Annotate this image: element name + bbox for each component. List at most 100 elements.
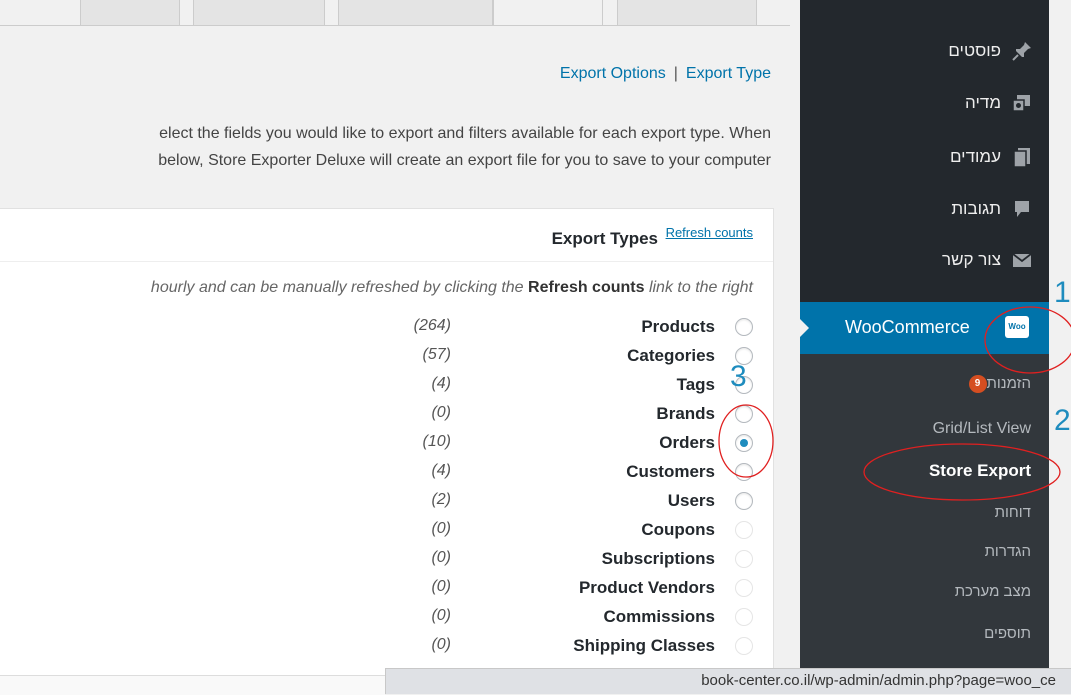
export-type-link[interactable]: Export Type <box>686 65 771 82</box>
export-type-radio[interactable] <box>735 405 753 423</box>
export-type-label[interactable]: Categories <box>627 346 715 366</box>
export-type-radio[interactable] <box>735 434 753 452</box>
menu-contact-label: צור קשר <box>941 250 1001 269</box>
description-line-2: below, Store Exporter Deluxe will create… <box>158 152 771 169</box>
export-type-label[interactable]: Subscriptions <box>602 549 715 569</box>
orders-count-badge: 9 <box>968 375 987 394</box>
panel-header: Export Types Refresh counts <box>0 209 773 262</box>
menu-posts-label: פוסטים <box>948 41 1001 60</box>
export-type-label[interactable]: Users <box>668 491 715 511</box>
export-type-row[interactable]: (0) Commissions <box>53 607 753 629</box>
export-type-count: (0) <box>431 578 451 595</box>
export-type-row[interactable]: (0) Subscriptions <box>53 549 753 571</box>
admin-sidebar: פוסטים מדיה עמודים תגובות צור קשר WooCom… <box>800 0 1049 668</box>
export-type-label[interactable]: Coupons <box>641 520 715 540</box>
export-type-row[interactable]: (2) Users <box>53 491 753 513</box>
description-line-1: elect the fields you would like to expor… <box>159 125 771 142</box>
export-type-label[interactable]: Orders <box>659 433 715 453</box>
nav-tab-5[interactable] <box>617 0 757 26</box>
comments-icon <box>1010 198 1034 220</box>
media-icon <box>1010 92 1034 114</box>
export-type-radio[interactable] <box>735 463 753 481</box>
export-type-radio[interactable] <box>735 579 753 597</box>
export-type-radio[interactable] <box>735 521 753 539</box>
submenu-addons[interactable]: תוספים <box>984 625 1031 642</box>
menu-comments-label: תגובות <box>951 199 1001 218</box>
export-types-panel: Export Types Refresh counts hourly and c… <box>0 208 774 688</box>
menu-woocommerce-label: WooCommerce <box>845 317 970 337</box>
export-type-count: (0) <box>431 520 451 537</box>
export-type-count: (0) <box>431 404 451 421</box>
export-type-row[interactable]: (0) Coupons <box>53 520 753 542</box>
submenu-settings[interactable]: הגדרות <box>985 543 1031 560</box>
export-type-row[interactable]: (0) Shipping Classes <box>53 636 753 658</box>
export-type-row[interactable]: (57) Categories <box>53 346 753 368</box>
export-type-radio[interactable] <box>735 492 753 510</box>
export-type-count: (57) <box>422 346 451 363</box>
nav-tab-2[interactable] <box>193 0 325 26</box>
panel-title: Export Types <box>551 229 658 248</box>
submenu-system-status[interactable]: מצב מערכת <box>955 583 1031 600</box>
export-type-label[interactable]: Product Vendors <box>579 578 715 598</box>
panel-note: hourly and can be manually refreshed by … <box>151 279 753 297</box>
menu-media[interactable]: מדיה <box>800 88 1049 118</box>
subnav-separator: | <box>673 65 678 82</box>
export-type-row[interactable]: (0) Brands <box>53 404 753 426</box>
submenu-store-export-label: Store Export <box>928 461 1031 480</box>
export-type-label[interactable]: Brands <box>656 404 715 424</box>
export-type-label[interactable]: Commissions <box>604 607 715 627</box>
submenu-reports[interactable]: דוחות <box>995 504 1031 521</box>
current-menu-arrow <box>800 319 809 337</box>
export-type-row[interactable]: (4) Tags <box>53 375 753 397</box>
menu-contact[interactable]: צור קשר <box>800 245 1049 275</box>
woocommerce-icon: Woo <box>1005 316 1029 338</box>
export-type-row[interactable]: (4) Customers <box>53 462 753 484</box>
submenu-system-status-label: מצב מערכת <box>954 583 1031 600</box>
nav-tab-4-active[interactable] <box>493 0 603 26</box>
submenu-orders[interactable]: הזמנות9 <box>963 375 1031 394</box>
export-type-label[interactable]: Customers <box>626 462 715 482</box>
menu-comments[interactable]: תגובות <box>800 194 1049 224</box>
submenu-store-export[interactable]: Store Export <box>929 461 1031 481</box>
annotation-number-2: 2 <box>1054 404 1071 437</box>
submenu-settings-label: הגדרות <box>984 543 1031 560</box>
submenu-grid-list-view[interactable]: Grid/List View <box>933 420 1031 438</box>
export-type-radio[interactable] <box>735 637 753 655</box>
export-type-count: (0) <box>431 636 451 653</box>
export-type-radio[interactable] <box>735 550 753 568</box>
note-text-after: link to the right <box>644 279 753 296</box>
menu-pages[interactable]: עמודים <box>800 142 1049 172</box>
nav-tab-3[interactable] <box>338 0 493 26</box>
export-type-count: (10) <box>422 433 451 450</box>
mail-icon <box>1010 249 1034 271</box>
annotation-number-3: 3 <box>730 360 747 393</box>
export-type-count: (2) <box>431 491 451 508</box>
pin-icon <box>1010 40 1034 62</box>
export-type-count: (264) <box>413 317 451 334</box>
submenu-reports-label: דוחות <box>994 504 1031 521</box>
export-type-count: (4) <box>431 462 451 479</box>
menu-pages-label: עמודים <box>949 147 1001 166</box>
menu-woocommerce[interactable]: WooCommerce Woo <box>800 302 1049 354</box>
export-type-row[interactable]: (10) Orders <box>53 433 753 455</box>
tab-divider <box>0 25 790 26</box>
export-type-label[interactable]: Tags <box>677 375 715 395</box>
export-type-label[interactable]: Shipping Classes <box>573 636 715 656</box>
menu-posts[interactable]: פוסטים <box>800 36 1049 66</box>
pages-icon <box>1010 146 1034 168</box>
page-footer-strip <box>0 675 385 695</box>
note-text-before: hourly and can be manually refreshed by … <box>150 279 529 296</box>
submenu-addons-label: תוספים <box>984 625 1031 642</box>
woocommerce-submenu: הזמנות9 Grid/List View Store Export דוחו… <box>800 354 1049 668</box>
export-type-radio[interactable] <box>735 608 753 626</box>
export-type-label[interactable]: Products <box>641 317 715 337</box>
export-type-row[interactable]: (0) Product Vendors <box>53 578 753 600</box>
export-options-link[interactable]: Export Options <box>560 65 666 82</box>
refresh-counts-link[interactable]: Refresh counts <box>666 225 753 240</box>
nav-tab-1[interactable] <box>80 0 180 26</box>
export-type-radio[interactable] <box>735 318 753 336</box>
export-type-row[interactable]: (264) Products <box>53 317 753 339</box>
browser-status-bar: book-center.co.il/wp-admin/admin.php?pag… <box>385 668 1071 694</box>
export-type-count: (0) <box>431 549 451 566</box>
export-type-count: (0) <box>431 607 451 624</box>
